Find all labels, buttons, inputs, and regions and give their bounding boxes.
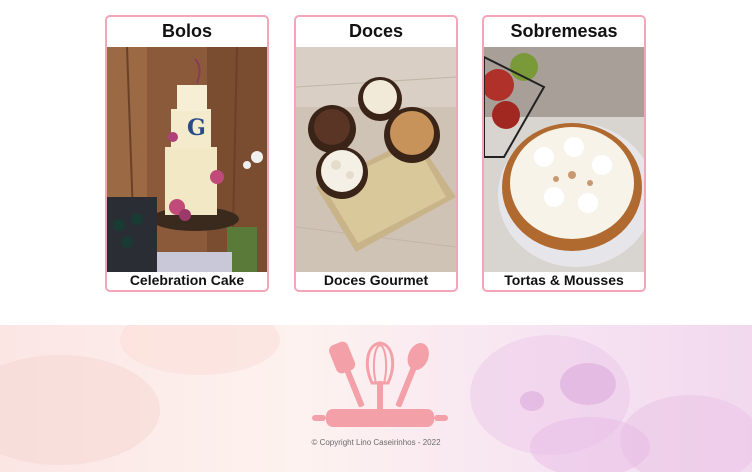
card-title: Doces [348,21,404,41]
site-footer: © Copyright Lino Caseirinhos - 2022 [0,325,752,472]
category-cards: Bolos G Celebration Cake Doces Doces Gou… [0,0,752,325]
sweets-photo[interactable] [296,47,456,272]
cake-photo[interactable]: G [107,47,267,272]
pie-photo[interactable] [484,47,644,272]
card-caption: Tortas & Mousses [504,272,624,288]
card-caption: Doces Gourmet [323,272,429,288]
card-title: Bolos [161,21,212,41]
category-card-bolos[interactable]: Bolos G Celebration Cake [105,15,269,292]
card-caption: Celebration Cake [129,272,245,288]
category-card-sobremesas[interactable]: Sobremesas Tortas & Mousses [482,15,646,292]
baking-utensils-logo [312,341,448,427]
copyright-text: © Copyright Lino Caseirinhos - 2022 [311,438,441,447]
svg-text:G: G [187,115,206,141]
card-title: Sobremesas [510,21,618,41]
category-card-doces[interactable]: Doces Doces Gourmet [294,15,458,292]
